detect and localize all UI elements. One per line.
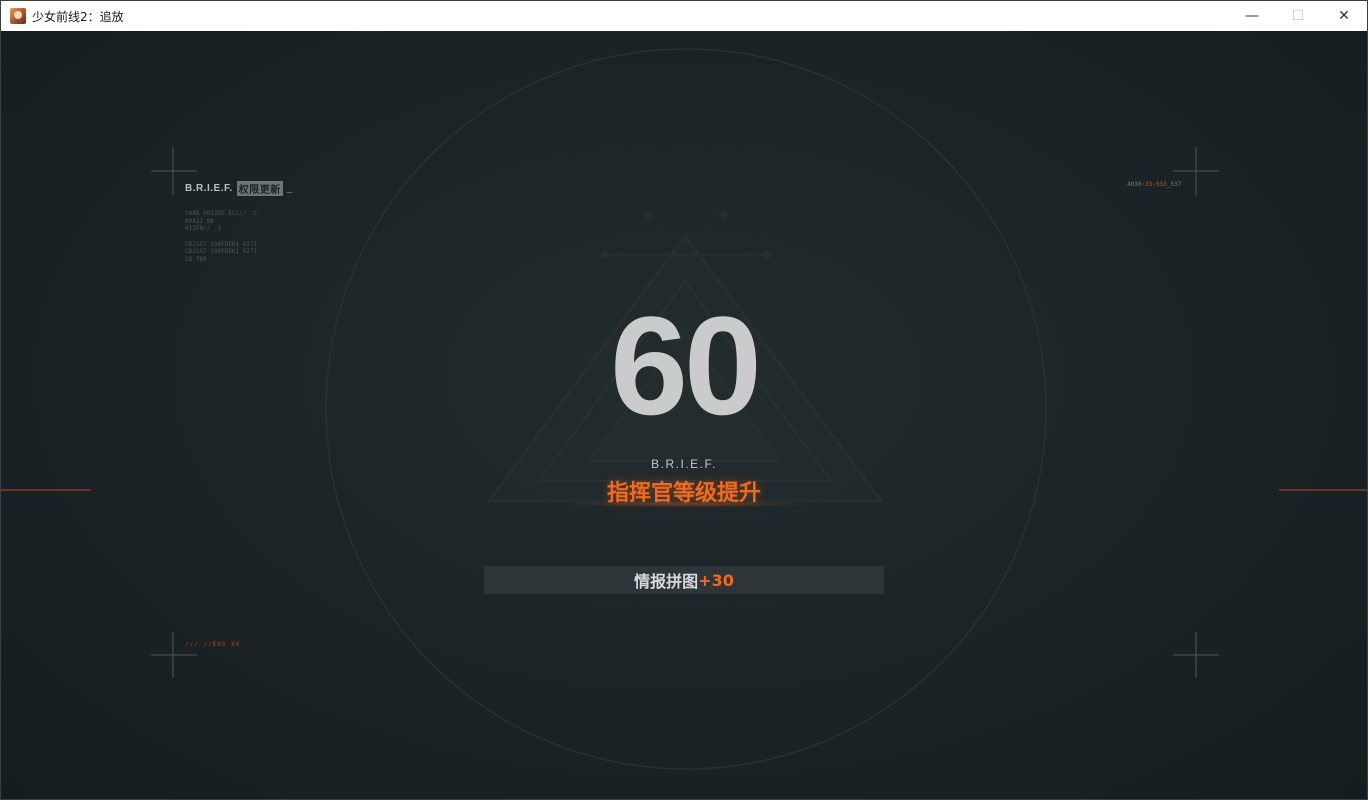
commander-level: 60 bbox=[610, 287, 762, 444]
maximize-button[interactable]: ☐ bbox=[1275, 1, 1321, 31]
reward-label: 情报拼图 bbox=[634, 572, 699, 591]
code-lines-1: YAAD 9013DE ECC// .C 09421 08 012FR// .1 bbox=[185, 210, 258, 232]
minimize-button[interactable]: — bbox=[1229, 1, 1275, 31]
reward-bar: 情报拼图 +30 bbox=[484, 566, 884, 594]
window-controls: — ☐ ✕ bbox=[1229, 1, 1367, 31]
window-title: 少女前线2：追放 bbox=[32, 9, 124, 24]
code-part-c: _537 bbox=[1166, 181, 1182, 188]
hud-top-right-code: 4030-33-533_537 bbox=[1127, 181, 1181, 188]
close-button[interactable]: ✕ bbox=[1321, 1, 1367, 31]
code-part-b: 33-533 bbox=[1145, 181, 1167, 188]
title-bar[interactable]: 少女前线2：追放 — ☐ ✕ bbox=[1, 1, 1367, 31]
hud-top-left: B.R.I.E.F. 权限更新 _ YAAD 9013DE ECC// .C 0… bbox=[185, 181, 293, 263]
game-window: 少女前线2：追放 — ☐ ✕ B.R.I.E.F. 权限更新 _ YAAD 90… bbox=[0, 0, 1368, 800]
reward-value: +30 bbox=[698, 570, 734, 590]
cursor-mark: _ bbox=[286, 183, 293, 194]
brief-header: B.R.I.E.F. 权限更新 _ bbox=[185, 181, 293, 196]
hud-bottom-left-code: /// //EOS X0 bbox=[185, 641, 241, 648]
levelup-title: 指挥官等级提升 bbox=[606, 481, 761, 506]
crosshair-bottom-right bbox=[1173, 632, 1219, 678]
code-lines-2: CDJSX7 338FDEK1 8271 CDJSX7 338FDEK1 827… bbox=[185, 240, 258, 263]
level-up-screen[interactable]: B.R.I.E.F. 权限更新 _ YAAD 9013DE ECC// .C 0… bbox=[1, 31, 1367, 799]
auth-update-tag: 权限更新 bbox=[236, 181, 283, 196]
code-part-a: 4030- bbox=[1127, 181, 1146, 188]
brief-label-small: B.R.I.E.F. bbox=[185, 183, 233, 194]
brief-label: B.R.I.E.F. bbox=[651, 457, 717, 471]
app-portrait-icon bbox=[10, 8, 26, 24]
crosshair-bottom-left bbox=[151, 632, 197, 678]
